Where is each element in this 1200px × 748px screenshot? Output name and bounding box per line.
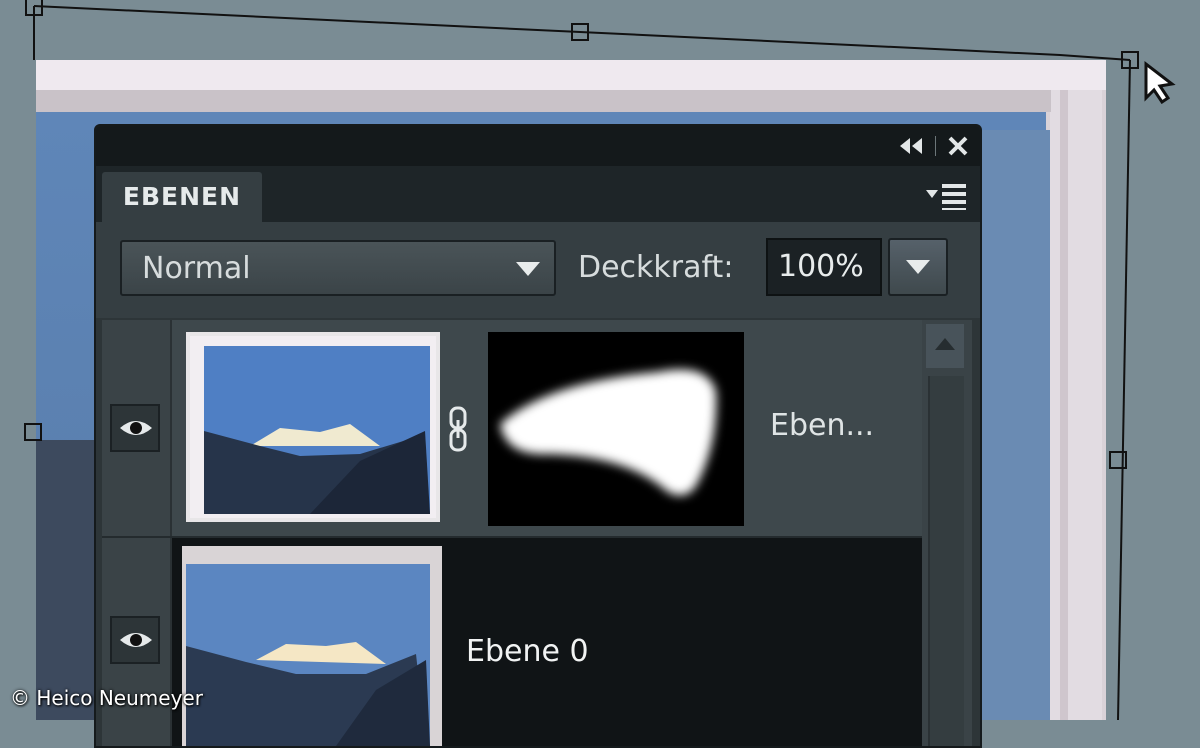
rotate-cursor-icon xyxy=(1144,60,1176,104)
link-chain-icon[interactable] xyxy=(448,406,468,452)
opacity-label: Deckkraft: xyxy=(578,250,734,285)
layer-mask-thumbnail[interactable] xyxy=(488,332,744,526)
eye-icon xyxy=(120,633,152,647)
layer-name[interactable]: Ebene 0 xyxy=(466,634,589,669)
layer-thumbnail[interactable] xyxy=(182,546,442,746)
photo-credit: © Heico Neumeyer xyxy=(10,686,203,710)
blend-mode-value: Normal xyxy=(142,251,251,286)
chevron-down-icon xyxy=(516,262,540,276)
layer-thumbnail[interactable] xyxy=(186,332,440,522)
visibility-toggle[interactable] xyxy=(110,404,160,452)
layer-options-bar: Normal Deckkraft: 100% xyxy=(96,222,980,318)
panel-menu-icon[interactable] xyxy=(924,182,968,210)
tab-layers[interactable]: EBENEN xyxy=(102,172,262,222)
layer-row[interactable]: Eben... xyxy=(102,320,922,538)
layer-row-selected[interactable]: Ebene 0 xyxy=(102,538,922,746)
visibility-column xyxy=(102,538,172,746)
panel-titlebar xyxy=(96,126,980,167)
layers-scrollbar[interactable] xyxy=(922,320,972,746)
scroll-up-button[interactable] xyxy=(926,324,964,368)
blend-mode-select[interactable]: Normal xyxy=(120,240,556,296)
close-icon[interactable] xyxy=(946,134,970,158)
transform-handle-top-right[interactable] xyxy=(1121,51,1139,69)
transform-handle-top-left[interactable] xyxy=(25,0,43,16)
scroll-track[interactable] xyxy=(928,376,964,746)
opacity-input[interactable]: 100% xyxy=(766,238,882,296)
transform-handle-middle-right[interactable] xyxy=(1109,451,1127,469)
chevron-down-icon xyxy=(906,260,930,274)
layers-list: Eben... Ebene 0 xyxy=(102,320,922,746)
panel-tab-row: EBENEN xyxy=(96,166,980,222)
eye-icon xyxy=(120,421,152,435)
opacity-dropdown-button[interactable] xyxy=(888,238,948,296)
chevron-up-icon xyxy=(935,338,955,350)
transform-handle-top-middle[interactable] xyxy=(571,23,589,41)
double-chevron-left-icon[interactable] xyxy=(898,136,924,156)
transform-handle-middle-left[interactable] xyxy=(24,423,42,441)
titlebar-divider xyxy=(935,136,936,156)
layers-panel: EBENEN Normal Deckkraft: 100% Eben... Eb… xyxy=(94,124,982,748)
visibility-column xyxy=(102,320,172,536)
visibility-toggle[interactable] xyxy=(110,616,160,664)
layer-name[interactable]: Eben... xyxy=(770,408,874,443)
